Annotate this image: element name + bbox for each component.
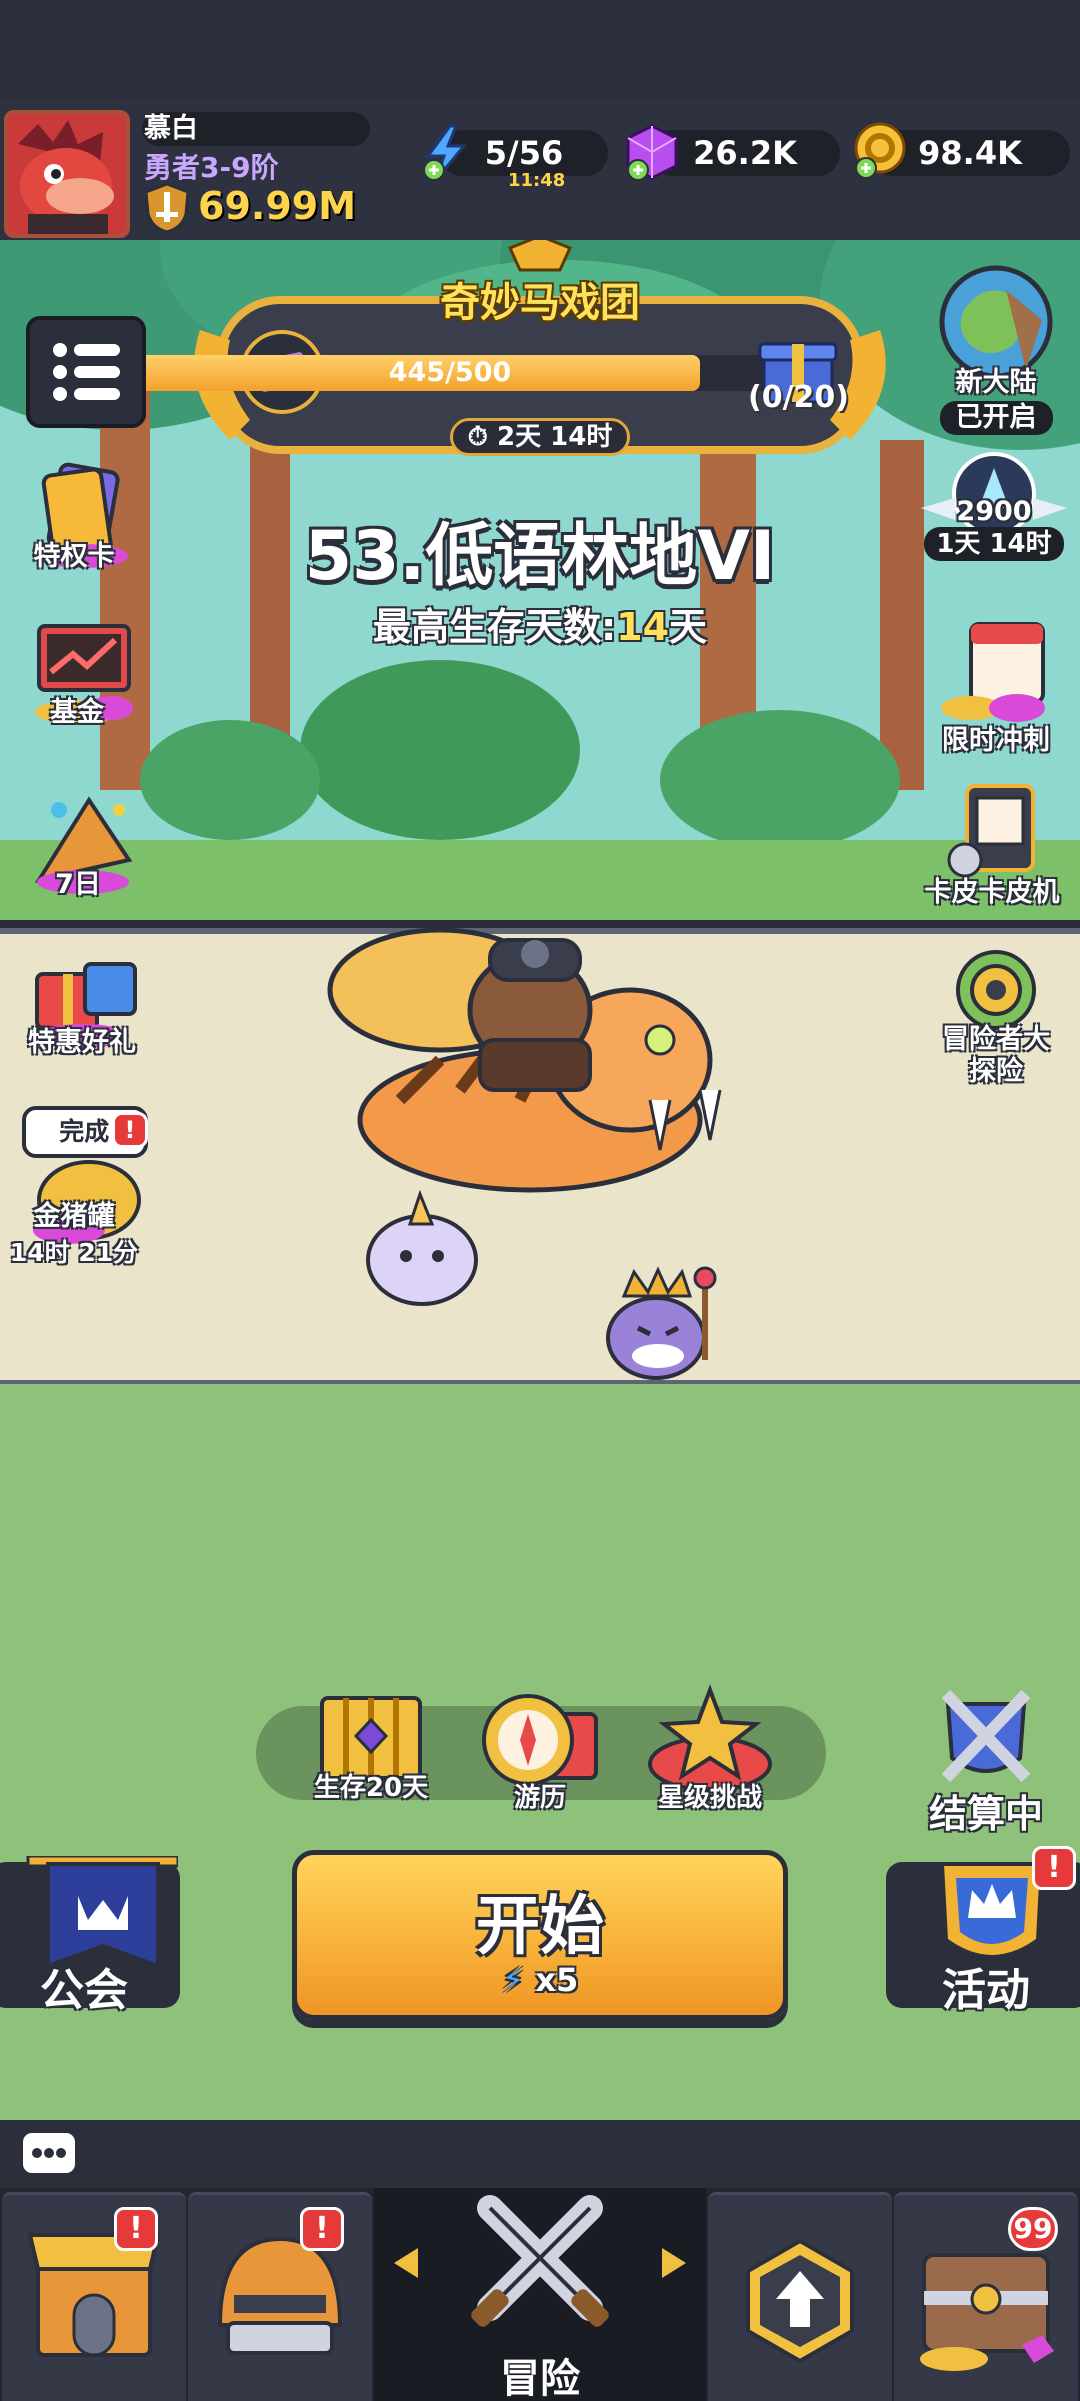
nav-chest-tab[interactable]: 99 <box>894 2192 1078 2401</box>
gold-coin-icon <box>854 122 906 179</box>
best-survival-unit: 天 <box>669 605 708 649</box>
activity-button[interactable]: ! 活动 <box>886 1846 1080 2016</box>
dragon-avatar-icon <box>8 114 126 234</box>
chat-bubble-icon <box>32 2148 66 2158</box>
player-avatar[interactable] <box>4 110 130 238</box>
privilege-card-label: 特权卡 <box>33 541 115 572</box>
adventurer-expedition-button[interactable]: 冒险者大探险 <box>916 944 1076 1088</box>
lightning-icon <box>423 124 468 181</box>
event-title: 奇妙马戏团 <box>440 280 640 326</box>
nav-upgrade-tab[interactable] <box>708 2192 892 2401</box>
best-survival-value: 14 <box>616 605 670 649</box>
rank-timer: 1天 14时 <box>924 527 1064 561</box>
new-land-button[interactable]: 新大陆 已开启 <box>916 260 1076 435</box>
limited-sprint-label: 限时冲刺 <box>942 725 1050 756</box>
settlement-button[interactable]: 结算中 <box>906 1684 1066 1838</box>
chat-button[interactable] <box>20 2130 78 2176</box>
activity-alert-badge: ! <box>1032 1846 1076 1890</box>
status-bar <box>0 0 1080 100</box>
stopwatch-icon: ⏱ <box>467 422 488 452</box>
survive-chest-button[interactable]: 生存20天 <box>296 1684 446 1804</box>
upgrade-arrow-icon <box>746 2238 854 2364</box>
unicorn-slime-pet <box>366 1190 478 1306</box>
limited-sprint-button[interactable]: 限时冲刺 <box>916 616 1076 757</box>
piggy-alert-badge: ! <box>112 1112 148 1148</box>
crossed-swords-icon <box>394 2195 686 2327</box>
energy-value: 5/56 <box>484 134 564 172</box>
activity-label: 活动 <box>942 1965 1030 2016</box>
event-progress-text: 445/500 <box>388 357 512 388</box>
shop-icon <box>27 2233 161 2357</box>
chest-count-badge: 99 <box>1008 2207 1058 2251</box>
energy-cost-icon: ⚡ <box>501 1961 525 1999</box>
fund-label: 基金 <box>50 697 104 728</box>
nav-shop-tab[interactable]: ! <box>2 2192 186 2401</box>
player-name: 慕白 <box>142 112 370 146</box>
power-value: 69.99M <box>198 184 357 228</box>
capybara-rider-on-sabertooth <box>327 927 722 1193</box>
privilege-card-button[interactable]: 特权卡 <box>4 460 164 573</box>
sword-shield-icon <box>144 182 190 234</box>
capy-machine-button[interactable]: 卡皮卡皮机 <box>916 780 1076 909</box>
helmet-icon <box>217 2236 343 2355</box>
piggy-timer: 14时 21分 <box>9 1238 139 1267</box>
special-deal-label: 特惠好礼 <box>28 1027 136 1058</box>
start-cost-value: x5 <box>535 1961 579 1999</box>
crossed-swords-shield-icon <box>941 1689 1031 1783</box>
capy-machine-label: 卡皮卡皮机 <box>924 877 1060 908</box>
equipment-alert-badge: ! <box>300 2207 344 2251</box>
star-challenge-button[interactable]: 星级挑战 <box>630 1684 790 1814</box>
survive-label: 生存20天 <box>313 1773 429 1803</box>
event-timer: ⏱ 2天 14时 <box>450 418 630 456</box>
shop-alert-badge: ! <box>114 2207 158 2251</box>
main-menu-button[interactable] <box>26 316 146 428</box>
travel-button[interactable]: 游历 <box>460 1684 620 1814</box>
adventurer-expedition-label: 冒险者大探险 <box>942 1024 1050 1087</box>
combat-power: 69.99M <box>140 180 370 236</box>
start-cost: ⚡ x5 <box>297 1961 783 1999</box>
start-button[interactable]: 开始 ⚡ x5 <box>292 1850 788 2020</box>
rank-event-button[interactable]: 2900 1天 14时 <box>914 448 1074 561</box>
fund-button[interactable]: 基金 <box>4 616 164 729</box>
best-survival-label: 最高生存天数: <box>372 605 617 649</box>
start-label: 开始 <box>476 1890 604 1964</box>
special-deal-button[interactable]: 特惠好礼 <box>4 940 164 1059</box>
nav-equipment-tab[interactable]: ! <box>188 2192 372 2401</box>
chat-strip <box>0 2120 1080 2190</box>
event-timer-text: 2天 14时 <box>497 422 613 452</box>
gold-value: 98.4K <box>918 134 1022 172</box>
compass-badge-icon <box>956 950 1036 1030</box>
guild-label: 公会 <box>40 1965 128 2016</box>
piggy-bank-button[interactable]: 完成! ! 金猪罐 14时 21分 <box>4 1104 164 1269</box>
king-slime-enemy <box>606 1266 717 1380</box>
slot-machine-icon <box>947 784 1035 878</box>
seven-day-label: 7日 <box>55 869 101 900</box>
calendar-gems-icon <box>941 622 1045 722</box>
guild-button[interactable]: 公会 <box>0 1856 180 2016</box>
nav-adventure-label: 冒险 <box>500 2356 580 2401</box>
event-reward-count: (0/20) <box>748 380 850 415</box>
settlement-label: 结算中 <box>928 1792 1043 1836</box>
new-land-status: 已开启 <box>939 401 1053 435</box>
gem-icon <box>626 124 678 181</box>
energy-timer: 11:48 <box>508 170 566 191</box>
gem-value: 26.2K <box>693 134 797 172</box>
new-land-label: 新大陆 <box>955 367 1037 398</box>
list-menu-icon <box>53 343 120 401</box>
seven-day-button[interactable]: 7日 <box>4 780 164 901</box>
